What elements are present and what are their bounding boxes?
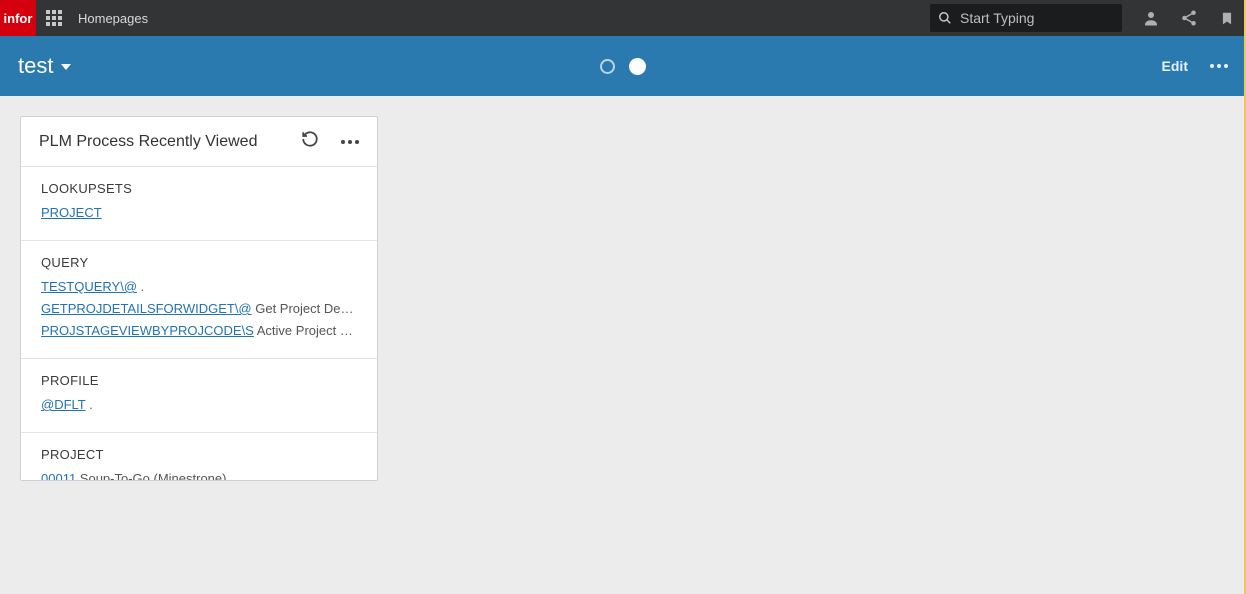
- chevron-down-icon: [61, 64, 71, 70]
- widget-header: PLM Process Recently Viewed: [21, 117, 377, 167]
- content-area: PLM Process Recently Viewed LOOKUPSETS PR…: [0, 96, 1246, 594]
- item-link[interactable]: PROJECT: [41, 205, 102, 220]
- widget-section: QUERYTESTQUERY\@ .GETPROJDETAILSFORWIDGE…: [21, 241, 377, 359]
- apps-launcher-icon[interactable]: [36, 0, 72, 36]
- list-item: PROJSTAGEVIEWBYPROJCODE\S Active Project…: [41, 320, 357, 342]
- search-box[interactable]: [930, 4, 1122, 32]
- item-description: .: [86, 397, 93, 412]
- widget-recently-viewed: PLM Process Recently Viewed LOOKUPSETS PR…: [20, 116, 378, 481]
- section-heading: LOOKUPSETS: [41, 181, 357, 196]
- list-item: PROJECT: [41, 202, 357, 224]
- section-heading: QUERY: [41, 255, 357, 270]
- page-title-dropdown[interactable]: test: [18, 53, 71, 79]
- bookmark-icon[interactable]: [1208, 0, 1246, 36]
- list-item: GETPROJDETAILSFORWIDGET\@ Get Project De…: [41, 298, 357, 320]
- top-title: Homepages: [78, 11, 148, 26]
- search-input[interactable]: [960, 10, 1114, 26]
- list-item: 00011 Soup-To-Go (Minestrone): [41, 468, 357, 480]
- widget-body[interactable]: LOOKUPSETSPROJECTQUERYTESTQUERY\@ .GETPR…: [21, 167, 377, 480]
- widget-section: LOOKUPSETS PROJECT: [21, 167, 377, 241]
- edit-button[interactable]: Edit: [1162, 58, 1188, 74]
- search-icon: [938, 10, 952, 26]
- item-description: Get Project De…: [252, 301, 354, 316]
- item-link[interactable]: GETPROJDETAILSFORWIDGET\@: [41, 301, 252, 316]
- list-item: TESTQUERY\@ .: [41, 276, 357, 298]
- widget-section: PROFILE @DFLT .: [21, 359, 377, 433]
- page-indicator: [600, 58, 646, 75]
- section-heading: PROFILE: [41, 373, 357, 388]
- widget-section: PROJECT 00011 Soup-To-Go (Minestrone): [21, 433, 377, 480]
- page-dot-2[interactable]: [629, 58, 646, 75]
- page-more-icon[interactable]: [1210, 64, 1228, 68]
- top-bar: infor Homepages: [0, 0, 1246, 36]
- item-description: .: [137, 279, 144, 294]
- user-icon[interactable]: [1132, 0, 1170, 36]
- item-link[interactable]: PROJSTAGEVIEWBYPROJCODE\S: [41, 323, 254, 338]
- widget-more-icon[interactable]: [341, 140, 359, 144]
- section-heading: PROJECT: [41, 447, 357, 462]
- page-title: test: [18, 53, 53, 79]
- list-item: @DFLT .: [41, 394, 357, 416]
- item-link[interactable]: @DFLT: [41, 397, 86, 412]
- item-description: Active Project …: [254, 323, 353, 338]
- infor-logo[interactable]: infor: [0, 0, 36, 36]
- refresh-icon[interactable]: [301, 130, 319, 153]
- widget-title: PLM Process Recently Viewed: [39, 133, 301, 151]
- page-header-bar: test Edit: [0, 36, 1246, 96]
- page-dot-1[interactable]: [600, 59, 615, 74]
- item-link[interactable]: 00011: [41, 471, 76, 480]
- share-icon[interactable]: [1170, 0, 1208, 36]
- item-description: Soup-To-Go (Minestrone): [76, 471, 226, 480]
- item-link[interactable]: TESTQUERY\@: [41, 279, 137, 294]
